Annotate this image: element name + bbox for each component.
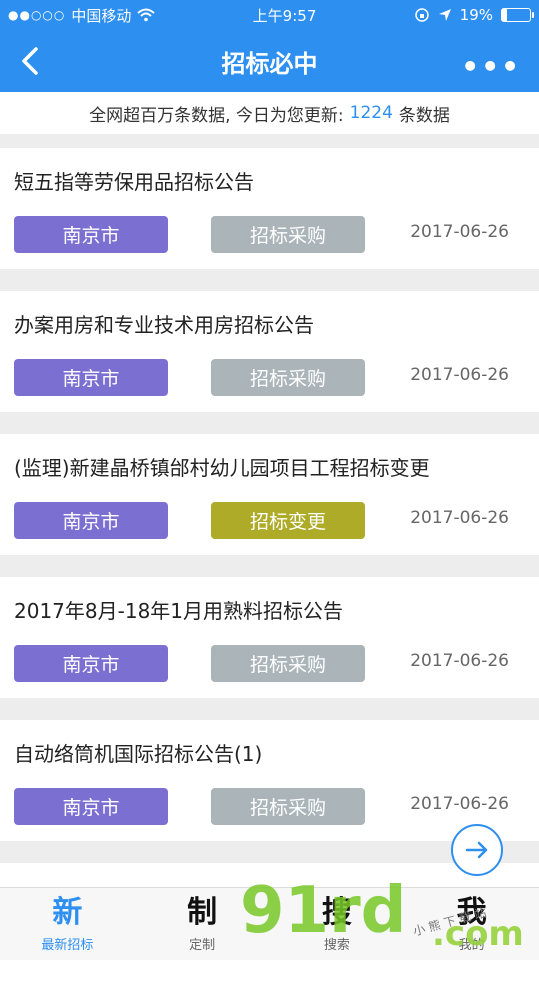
list-item[interactable]: 自动络筒机国际招标公告(1) 南京市 招标采购 2017-06-26	[0, 720, 539, 841]
type-tag: 招标采购	[211, 645, 365, 682]
back-icon[interactable]	[14, 44, 48, 78]
new-icon: 新	[52, 894, 83, 930]
update-info: 全网超百万条数据, 今日为您更新: 1224 条数据	[0, 92, 539, 134]
status-time: 上午9:57	[252, 6, 317, 25]
battery-percent: 19%	[459, 6, 493, 24]
battery-icon	[501, 8, 534, 22]
city-tag: 南京市	[14, 645, 168, 682]
wifi-icon	[137, 8, 156, 22]
item-title: 办案用房和专业技术用房招标公告	[14, 313, 314, 337]
item-title: 短五指等劳保用品招标公告	[14, 170, 254, 194]
arrow-right-icon	[465, 841, 488, 859]
custom-icon: 制	[187, 894, 218, 930]
list-item[interactable]: 办案用房和专业技术用房招标公告 南京市 招标采购 2017-06-26	[0, 291, 539, 412]
item-title: 2017年8月-18年1月用熟料招标公告	[14, 599, 344, 623]
item-date: 2017-06-26	[410, 365, 509, 385]
item-title: (监理)新建晶桥镇邰村幼儿园项目工程招标变更	[14, 456, 430, 480]
page-title: 招标必中	[221, 49, 318, 78]
watermark-logo: 91rd	[240, 874, 407, 948]
type-tag: 招标采购	[211, 359, 365, 396]
location-icon	[438, 9, 451, 21]
next-page-button[interactable]	[451, 824, 503, 876]
list-item[interactable]: 短五指等劳保用品招标公告 南京市 招标采购 2017-06-26	[0, 148, 539, 269]
type-tag: 招标采购	[211, 788, 365, 825]
update-count: 1224	[349, 103, 393, 123]
city-tag: 南京市	[14, 359, 168, 396]
tab-label: 定制	[189, 937, 216, 953]
type-tag: 招标采购	[211, 216, 365, 253]
tab-latest[interactable]: 新 最新招标	[0, 888, 135, 960]
signal-icon: ●●○○○	[8, 8, 66, 22]
item-date: 2017-06-26	[410, 794, 509, 814]
status-bar: ●●○○○ 中国移动 上午9:57 19%	[0, 0, 539, 30]
city-tag: 南京市	[14, 502, 168, 539]
carrier: 中国移动	[71, 6, 132, 25]
list-item[interactable]: (监理)新建晶桥镇邰村幼儿园项目工程招标变更 南京市 招标变更 2017-06-…	[0, 434, 539, 555]
lock-rotation-icon	[414, 8, 429, 22]
item-date: 2017-06-26	[410, 651, 509, 671]
item-date: 2017-06-26	[410, 508, 509, 528]
tab-label: 最新招标	[41, 937, 94, 953]
more-icon[interactable]: •••	[461, 50, 521, 83]
watermark-domain: .com	[432, 914, 524, 954]
info-prefix: 全网超百万条数据, 今日为您更新:	[89, 105, 344, 126]
list-item[interactable]: 2017年8月-18年1月用熟料招标公告 南京市 招标采购 2017-06-26	[0, 577, 539, 698]
item-date: 2017-06-26	[410, 222, 509, 242]
type-tag: 招标变更	[211, 502, 365, 539]
item-title: 自动络筒机国际招标公告(1)	[14, 742, 263, 766]
info-suffix: 条数据	[398, 105, 450, 126]
nav-bar: 招标必中 •••	[0, 30, 539, 92]
city-tag: 南京市	[14, 216, 168, 253]
city-tag: 南京市	[14, 788, 168, 825]
